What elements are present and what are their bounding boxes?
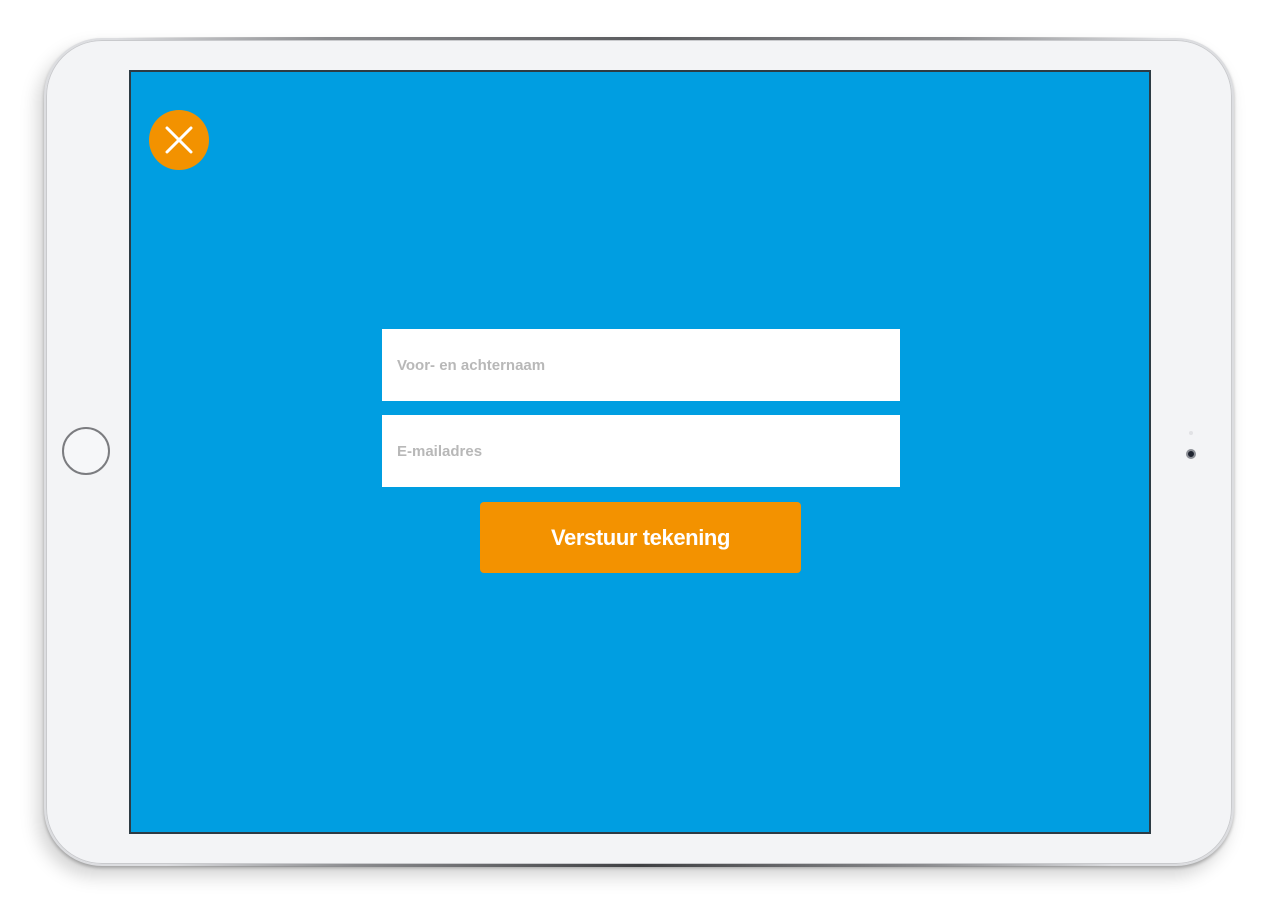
front-camera <box>1186 449 1196 459</box>
app-screen: Verstuur tekening <box>129 70 1151 834</box>
email-input[interactable] <box>382 415 900 487</box>
send-drawing-button[interactable]: Verstuur tekening <box>480 502 801 573</box>
close-icon <box>165 126 193 154</box>
close-button[interactable] <box>149 110 209 170</box>
home-button[interactable] <box>62 427 110 475</box>
full-name-input[interactable] <box>382 329 900 401</box>
ambient-light-sensor <box>1189 431 1193 435</box>
